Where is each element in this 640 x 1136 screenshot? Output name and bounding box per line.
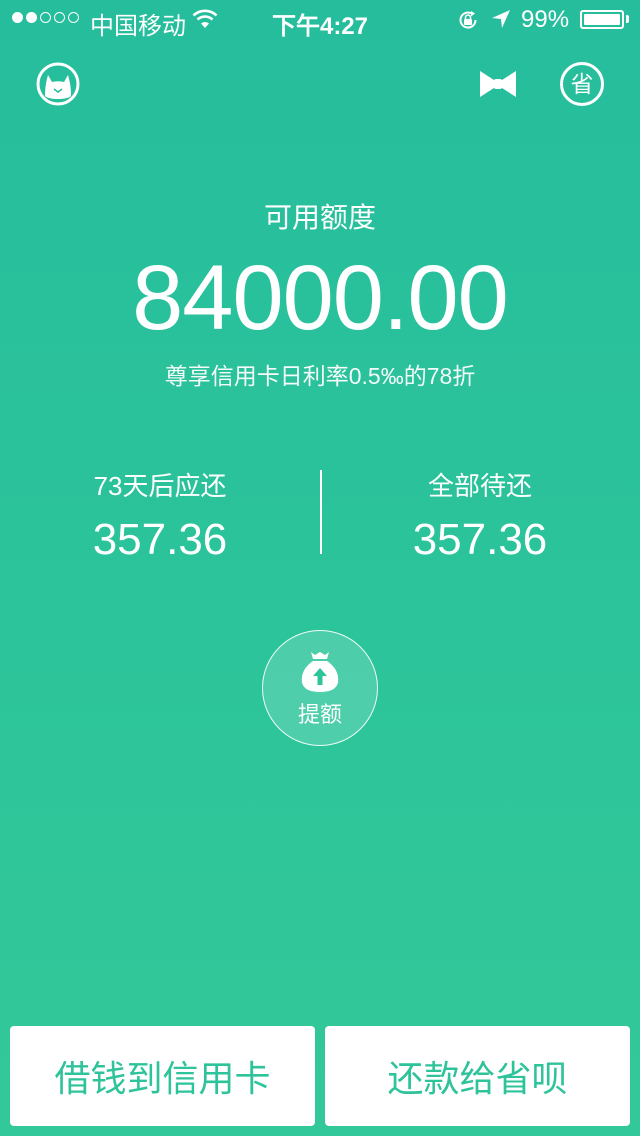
- cat-icon[interactable]: [36, 62, 80, 106]
- raise-limit-button[interactable]: 提额: [262, 630, 378, 746]
- sheng-icon[interactable]: 省: [559, 61, 605, 107]
- bowtie-icon[interactable]: [478, 66, 518, 102]
- due-repayment-block[interactable]: 73天后应还 357.36: [0, 466, 320, 565]
- status-bar: 中国移动 下午4:27 99%: [0, 0, 640, 40]
- due-repayment-amount: 357.36: [92, 515, 228, 564]
- total-repayment-label: 全部待还: [427, 471, 532, 501]
- total-repayment-block[interactable]: 全部待还 357.36: [320, 466, 640, 565]
- battery-tip: [626, 15, 629, 23]
- battery-percentage: 99%: [521, 6, 570, 33]
- battery-icon: [580, 10, 624, 29]
- location-arrow-icon: [490, 8, 512, 37]
- borrow-to-credit-card-button[interactable]: 借钱到信用卡: [10, 1026, 315, 1126]
- repay-button[interactable]: 还款给省呗: [325, 1026, 630, 1126]
- interest-rate-note: 尊享信用卡日利率0.5‰的78折: [164, 363, 476, 389]
- available-credit-amount: 84000.00: [132, 247, 509, 349]
- money-bag-up-icon: [300, 649, 340, 693]
- due-repayment-label: 73天后应还: [93, 471, 227, 501]
- orientation-lock-icon: [456, 8, 480, 39]
- raise-limit-label: 提额: [297, 702, 342, 727]
- sheng-char: 省: [571, 72, 594, 98]
- available-credit-label: 可用额度: [263, 202, 376, 233]
- total-repayment-amount: 357.36: [412, 515, 548, 564]
